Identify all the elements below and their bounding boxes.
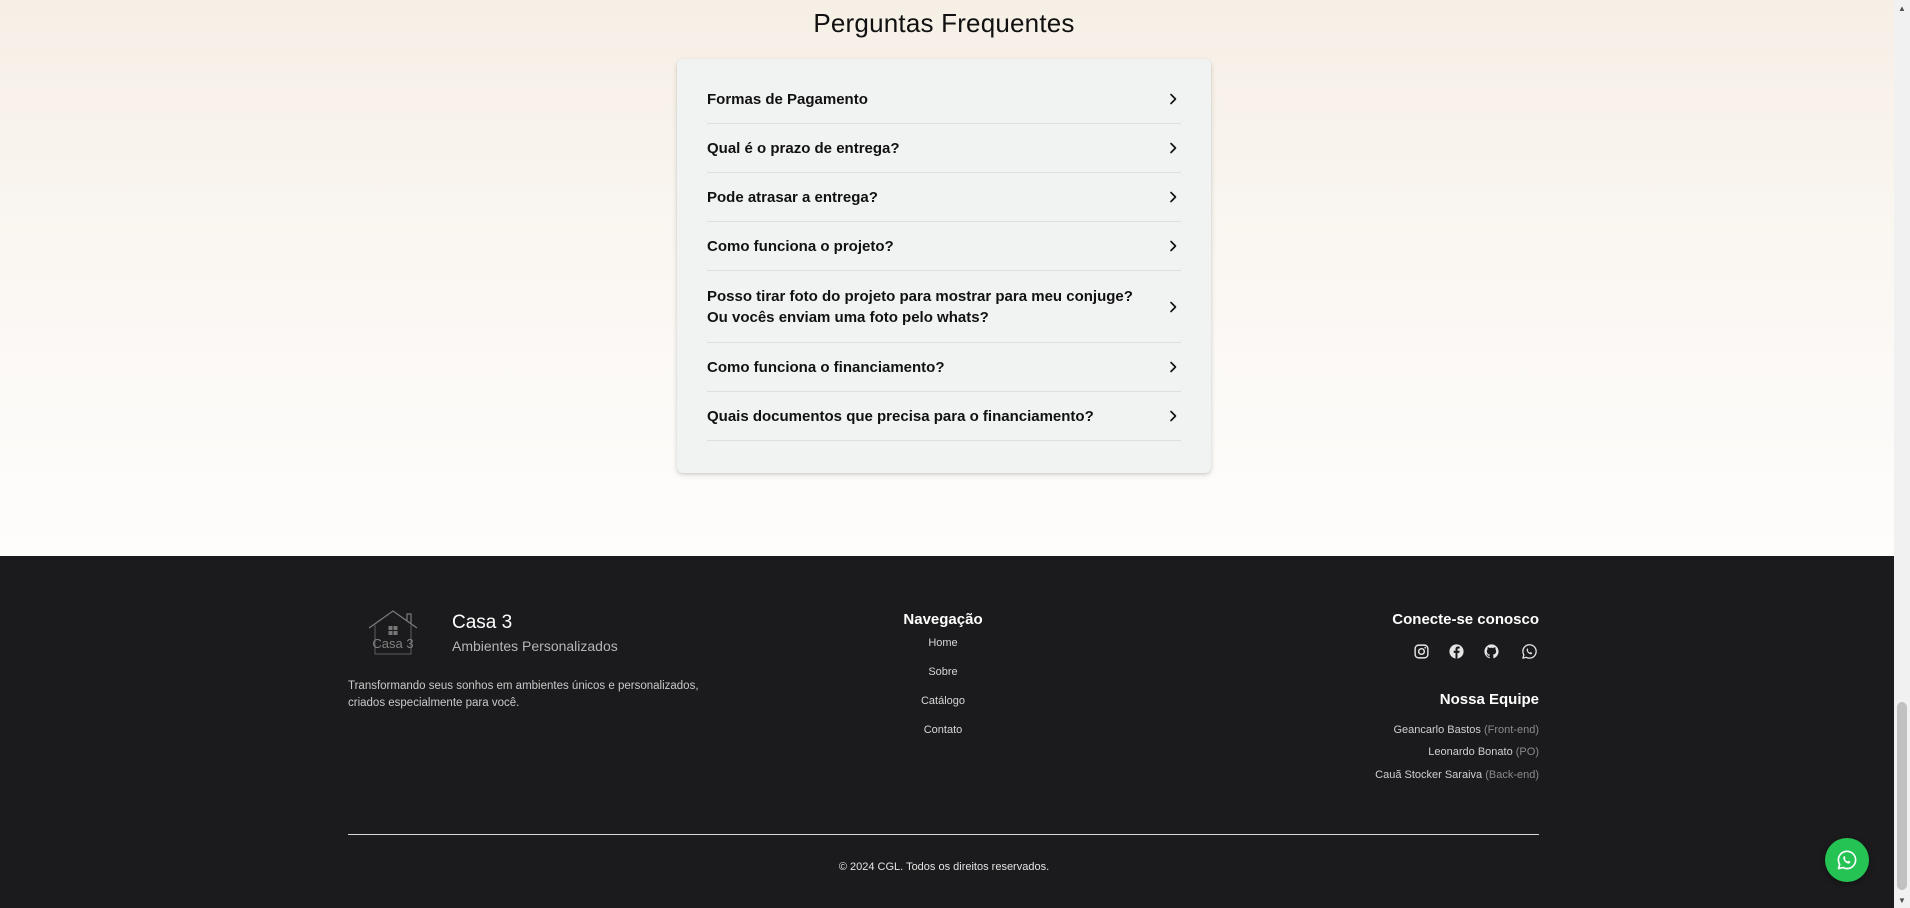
whatsapp-icon[interactable]	[1519, 641, 1539, 661]
brand-name: Casa 3	[452, 612, 513, 633]
team-title: Nossa Equipe	[1439, 691, 1539, 708]
team-member: Leonardo Bonato (PO)	[1428, 746, 1539, 758]
faq-question: Formas de Pagamento	[707, 90, 868, 108]
chevron-right-icon	[1165, 91, 1181, 107]
faq-item-project[interactable]: Como funciona o projeto?	[707, 222, 1181, 271]
scroll-down-arrow-icon[interactable]: ▼	[1894, 892, 1910, 908]
member-role: (Front-end)	[1483, 724, 1539, 736]
faq-item-delivery-delay[interactable]: Pode atrasar a entrega?	[707, 173, 1181, 222]
member-role: (PO)	[1515, 746, 1539, 758]
vertical-scrollbar[interactable]: ▲ ▼	[1894, 0, 1910, 908]
faq-question: Pode atrasar a entrega?	[707, 188, 878, 206]
chevron-right-icon	[1165, 189, 1181, 205]
logo-text: Casa 3	[372, 636, 413, 651]
team-member: Cauã Stocker Saraiva (Back-end)	[1375, 769, 1539, 781]
whatsapp-floating-button[interactable]	[1825, 838, 1869, 882]
nav-link-contato[interactable]: Contato	[843, 724, 1043, 736]
member-name: Leonardo Bonato	[1428, 746, 1513, 758]
member-name: Geancarlo Bastos	[1393, 724, 1481, 736]
brand-description: Transformando seus sonhos em ambientes ú…	[348, 680, 699, 709]
faq-item-delivery-time[interactable]: Qual é o prazo de entrega?	[707, 124, 1181, 173]
faq-item-project-photo[interactable]: Posso tirar foto do projeto para mostrar…	[707, 271, 1181, 343]
github-icon[interactable]	[1481, 641, 1501, 661]
page: Perguntas Frequentes Formas de Pagamento…	[0, 0, 1894, 908]
faq-title: Perguntas Frequentes	[813, 8, 1075, 38]
nav-link-sobre[interactable]: Sobre	[843, 666, 1043, 678]
faq-item-payment[interactable]: Formas de Pagamento	[707, 59, 1181, 124]
faq-section: Perguntas Frequentes Formas de Pagamento…	[0, 0, 1894, 556]
footer: Casa 3 Casa 3 Ambientes Personalizados T…	[0, 556, 1894, 908]
team-member: Geancarlo Bastos (Front-end)	[1393, 724, 1539, 736]
faq-accordion: Formas de Pagamento Qual é o prazo de en…	[677, 59, 1211, 473]
chevron-right-icon	[1165, 359, 1181, 375]
faq-question: Quais documentos que precisa para o fina…	[707, 407, 1094, 425]
faq-question: Posso tirar foto do projeto para mostrar…	[707, 287, 1133, 326]
nav-link-catalogo[interactable]: Catálogo	[843, 695, 1043, 707]
copyright-text: © 2024 CGL. Todos os direitos reservados…	[838, 861, 1050, 873]
faq-item-financing[interactable]: Como funciona o financiamento?	[707, 343, 1181, 392]
facebook-icon[interactable]	[1446, 641, 1466, 661]
footer-divider	[348, 834, 1539, 835]
member-name: Cauã Stocker Saraiva	[1375, 769, 1483, 781]
chevron-right-icon	[1165, 299, 1181, 315]
chevron-right-icon	[1165, 238, 1181, 254]
navigation-title: Navegação	[903, 611, 983, 628]
brand-subtitle: Ambientes Personalizados	[452, 638, 618, 654]
instagram-icon[interactable]	[1411, 641, 1431, 661]
faq-question: Qual é o prazo de entrega?	[707, 139, 900, 157]
faq-item-financing-documents[interactable]: Quais documentos que precisa para o fina…	[707, 392, 1181, 441]
scrollbar-thumb[interactable]	[1897, 702, 1907, 890]
connect-title: Conecte-se conosco	[1392, 611, 1539, 628]
whatsapp-icon	[1837, 850, 1857, 870]
member-role: (Back-end)	[1485, 769, 1539, 781]
house-logo: Casa 3	[366, 608, 420, 658]
faq-question: Como funciona o projeto?	[707, 237, 894, 255]
chevron-right-icon	[1165, 408, 1181, 424]
scroll-up-arrow-icon[interactable]: ▲	[1894, 0, 1910, 16]
chevron-right-icon	[1165, 140, 1181, 156]
faq-question: Como funciona o financiamento?	[707, 358, 945, 376]
nav-link-home[interactable]: Home	[843, 637, 1043, 649]
